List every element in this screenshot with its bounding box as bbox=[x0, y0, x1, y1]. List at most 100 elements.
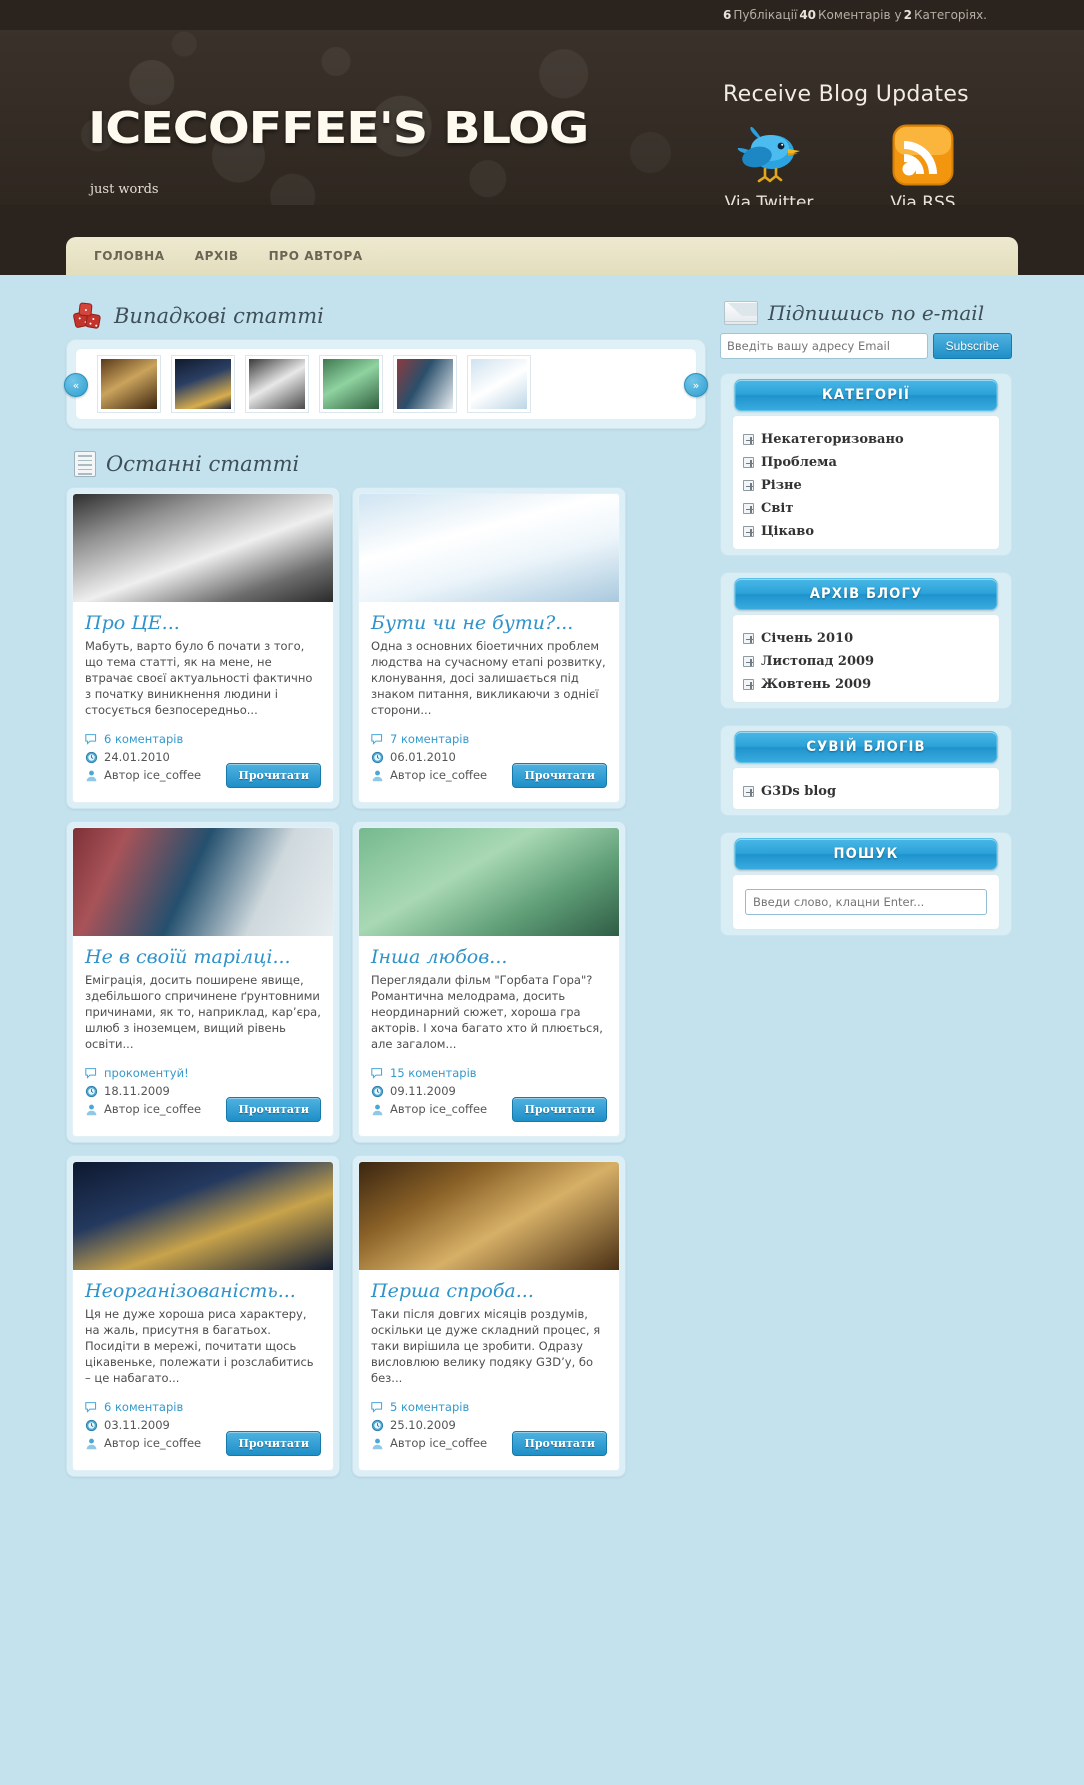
user-icon bbox=[86, 770, 97, 781]
comment-icon bbox=[85, 733, 97, 745]
carousel-thumb[interactable] bbox=[393, 355, 457, 413]
post-card: Перша спроба... Таки після довгих місяці… bbox=[352, 1155, 626, 1477]
search-input[interactable] bbox=[745, 889, 987, 915]
post-excerpt: Мабуть, варто було б почати з того, що т… bbox=[85, 639, 313, 717]
rss-link[interactable]: Via RSS bbox=[865, 121, 981, 213]
category-item[interactable]: Проблема bbox=[743, 455, 989, 470]
category-item[interactable]: Некатегоризовано bbox=[743, 432, 989, 447]
comment-icon bbox=[85, 1401, 97, 1413]
main-nav: ГОЛОВНА АРХІВ ПРО АВТОРА bbox=[66, 237, 1018, 275]
post-card: Не в своїй тарілці... Еміграція, досить … bbox=[66, 821, 340, 1143]
blogroll-label: G3Ds blog bbox=[761, 784, 837, 799]
posts-label: Публікації bbox=[733, 8, 798, 22]
post-comments-link[interactable]: 6 коментарів bbox=[104, 1400, 183, 1414]
post-date: 03.11.2009 bbox=[104, 1418, 170, 1432]
post-title[interactable]: Інша любов... bbox=[371, 946, 607, 968]
nav-bar-wrapper: ГОЛОВНА АРХІВ ПРО АВТОРА bbox=[0, 205, 1084, 275]
post-date: 25.10.2009 bbox=[390, 1418, 456, 1432]
post-excerpt: Одна з основних біоетичних проблем людст… bbox=[371, 639, 606, 717]
plus-icon bbox=[743, 526, 754, 537]
post-date: 06.01.2010 bbox=[390, 750, 456, 764]
email-input[interactable] bbox=[720, 333, 928, 359]
post-title[interactable]: Неорганізованість... bbox=[85, 1280, 321, 1302]
archive-item[interactable]: Жовтень 2009 bbox=[743, 677, 989, 692]
post-title[interactable]: Про ЦЕ... bbox=[85, 612, 321, 634]
twitter-bird-icon bbox=[711, 121, 827, 189]
plus-icon bbox=[743, 457, 754, 468]
carousel-thumb[interactable] bbox=[319, 355, 383, 413]
post-thumbnail[interactable] bbox=[73, 1162, 333, 1270]
read-more-button[interactable]: Прочитати bbox=[512, 763, 607, 788]
widget-title: КАТЕГОРІЇ bbox=[734, 379, 998, 411]
category-item[interactable]: Цікаво bbox=[743, 524, 989, 539]
post-title[interactable]: Не в своїй тарілці... bbox=[85, 946, 321, 968]
post-comments-link[interactable]: 15 коментарів bbox=[390, 1066, 477, 1080]
nav-item-archive[interactable]: АРХІВ bbox=[195, 249, 239, 263]
post-thumbnail[interactable] bbox=[359, 828, 619, 936]
top-stats-bar: 6 Публікації 40 Коментарів у 2 Категорія… bbox=[0, 0, 1084, 30]
post-thumbnail[interactable] bbox=[359, 1162, 619, 1270]
clock-icon bbox=[371, 1085, 384, 1097]
subscribe-heading-text: Підпишись по e-mail bbox=[768, 301, 985, 325]
read-more-button[interactable]: Прочитати bbox=[512, 1431, 607, 1456]
archive-item[interactable]: Січень 2010 bbox=[743, 631, 989, 646]
receive-updates-title: Receive Blog Updates bbox=[723, 82, 969, 107]
envelope-icon bbox=[724, 301, 758, 325]
archive-label: Жовтень 2009 bbox=[761, 677, 872, 692]
plus-icon bbox=[743, 480, 754, 491]
category-label: Некатегоризовано bbox=[761, 432, 904, 447]
read-more-button[interactable]: Прочитати bbox=[512, 1097, 607, 1122]
post-title[interactable]: Бути чи не бути?... bbox=[371, 612, 607, 634]
subscribe-header-box: Receive Blog Updates Via Twitter Via RSS bbox=[696, 82, 996, 213]
subscribe-button[interactable]: Subscribe bbox=[932, 333, 1012, 359]
carousel-prev-button[interactable]: « bbox=[64, 373, 88, 397]
post-comments-link[interactable]: 6 коментарів bbox=[104, 732, 183, 746]
post-author: Автор ice_coffee bbox=[104, 1436, 202, 1450]
post-comments-link[interactable]: 7 коментарів bbox=[390, 732, 469, 746]
carousel-thumb[interactable] bbox=[245, 355, 309, 413]
widget-archive: АРХІВ БЛОГУ Січень 2010 Листопад 2009 Жо… bbox=[720, 572, 1012, 709]
carousel-track: « » bbox=[64, 348, 708, 420]
category-item[interactable]: Різне bbox=[743, 478, 989, 493]
user-icon bbox=[372, 770, 383, 781]
user-icon bbox=[86, 1438, 97, 1449]
post-meta: прокоментуй! 18.11.2009 Автор ice_coffee… bbox=[85, 1066, 321, 1128]
post-meta: 15 коментарів 09.11.2009 Автор ice_coffe… bbox=[371, 1066, 607, 1128]
archive-label: Листопад 2009 bbox=[761, 654, 875, 669]
user-icon bbox=[372, 1438, 383, 1449]
archive-item[interactable]: Листопад 2009 bbox=[743, 654, 989, 669]
sidebar: Підпишись по e-mail Subscribe КАТЕГОРІЇ … bbox=[720, 297, 1012, 1477]
post-comments-link[interactable]: прокоментуй! bbox=[104, 1066, 189, 1080]
widget-title: АРХІВ БЛОГУ bbox=[734, 578, 998, 610]
carousel-thumb[interactable] bbox=[171, 355, 235, 413]
plus-icon bbox=[743, 656, 754, 667]
post-thumbnail[interactable] bbox=[73, 828, 333, 936]
post-date: 09.11.2009 bbox=[390, 1084, 456, 1098]
read-more-button[interactable]: Прочитати bbox=[226, 1097, 321, 1122]
post-thumbnail[interactable] bbox=[359, 494, 619, 602]
carousel-thumb[interactable] bbox=[467, 355, 531, 413]
comment-icon bbox=[371, 1401, 383, 1413]
read-more-button[interactable]: Прочитати bbox=[226, 1431, 321, 1456]
nav-item-home[interactable]: ГОЛОВНА bbox=[94, 249, 165, 263]
site-logo[interactable]: ICECOFFEE'S BLOG bbox=[88, 103, 589, 154]
read-more-button[interactable]: Прочитати bbox=[226, 763, 321, 788]
post-title[interactable]: Перша спроба... bbox=[371, 1280, 607, 1302]
carousel-thumb[interactable] bbox=[97, 355, 161, 413]
nav-item-about[interactable]: ПРО АВТОРА bbox=[269, 249, 363, 263]
post-author: Автор ice_coffee bbox=[104, 1102, 202, 1116]
post-meta: 6 коментарів 03.11.2009 Автор ice_coffee… bbox=[85, 1400, 321, 1462]
random-posts-carousel: « » bbox=[64, 339, 708, 429]
twitter-link[interactable]: Via Twitter bbox=[711, 121, 827, 213]
post-thumbnail[interactable] bbox=[73, 494, 333, 602]
carousel-next-button[interactable]: » bbox=[684, 373, 708, 397]
category-label: Цікаво bbox=[761, 524, 815, 539]
blogroll-item[interactable]: G3Ds blog bbox=[743, 784, 989, 799]
widget-title: ПОШУК bbox=[734, 838, 998, 870]
category-label: Світ bbox=[761, 501, 794, 516]
post-comments-link[interactable]: 5 коментарів bbox=[390, 1400, 469, 1414]
category-item[interactable]: Світ bbox=[743, 501, 989, 516]
post-meta: 6 коментарів 24.01.2010 Автор ice_coffee… bbox=[85, 732, 321, 794]
post-author: Автор ice_coffee bbox=[104, 768, 202, 782]
widget-blogroll: СУВІЙ БЛОГІВ G3Ds blog bbox=[720, 725, 1012, 816]
